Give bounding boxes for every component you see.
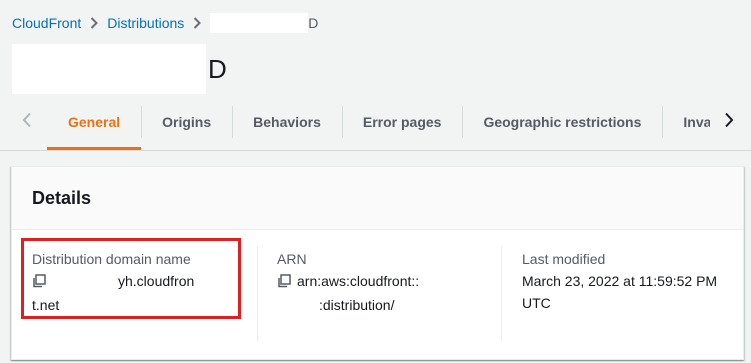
field-label: Last modified — [522, 251, 606, 267]
field-label: ARN — [277, 251, 307, 267]
column-divider — [501, 246, 502, 341]
details-columns: Distribution domain name yh.cloudfron t.… — [12, 230, 743, 358]
tab-scroll-right-button[interactable] — [712, 96, 746, 148]
field-value-continued: :distribution/ — [277, 294, 487, 316]
breadcrumb: CloudFront Distributions D — [12, 13, 318, 33]
last-modified-field: Last modified March 23, 2022 at 11:59:52… — [522, 248, 737, 314]
domain-value-line1: yh.cloudfron — [118, 273, 195, 289]
tab-label: Geographic restrictions — [483, 114, 642, 130]
arn-value-line2: :distribution/ — [319, 297, 395, 313]
copy-icon[interactable] — [277, 272, 291, 294]
arn-field: ARN arn:aws:cloudfront:: :distribution/ — [277, 248, 487, 316]
field-value: yh.cloudfron — [32, 270, 242, 294]
page-title-suffix: D — [208, 53, 227, 84]
tab-geographic-restrictions[interactable]: Geographic restrictions — [462, 96, 662, 148]
tab-label: Origins — [162, 114, 212, 130]
last-modified-line2: UTC — [522, 295, 551, 311]
field-label: Distribution domain name — [32, 251, 191, 267]
tab-general[interactable]: General — [47, 96, 142, 150]
breadcrumb-current: D — [210, 13, 318, 33]
page-title: D — [12, 44, 227, 94]
redacted-block — [12, 44, 206, 94]
copy-icon[interactable] — [32, 272, 46, 294]
tab-invalidations[interactable]: Invali — [662, 96, 710, 148]
tab-label: Behaviors — [253, 114, 321, 130]
details-heading: Details — [12, 167, 743, 230]
chevron-right-icon — [193, 17, 202, 29]
tab-behaviors[interactable]: Behaviors — [232, 96, 342, 148]
tab-bar: General Origins Behaviors Error pages Ge… — [0, 96, 751, 151]
tab-label: General — [68, 114, 121, 130]
last-modified-line1: March 23, 2022 at 11:59:52 PM — [522, 273, 718, 289]
breadcrumb-current-suffix: D — [308, 15, 319, 31]
breadcrumb-distributions-link[interactable]: Distributions — [107, 15, 184, 31]
domain-value-line2: t.net — [32, 297, 60, 313]
tabs-track: General Origins Behaviors Error pages Ge… — [47, 96, 710, 150]
redacted-block — [52, 275, 118, 290]
tab-label: Error pages — [362, 114, 442, 130]
chevron-left-icon — [22, 112, 32, 133]
distribution-domain-name-field: Distribution domain name yh.cloudfron t.… — [32, 248, 242, 316]
field-value: arn:aws:cloudfront:: — [277, 270, 487, 294]
column-divider — [257, 246, 258, 341]
tab-error-pages[interactable]: Error pages — [341, 96, 463, 148]
tab-scroll-left-button[interactable] — [10, 96, 44, 148]
breadcrumb-cloudfront-link[interactable]: CloudFront — [12, 15, 81, 31]
redacted-block — [297, 299, 319, 314]
chevron-right-icon — [90, 17, 99, 29]
tab-label: Invali — [683, 114, 710, 130]
details-panel: Details Distribution domain name yh.clou… — [11, 166, 744, 360]
chevron-right-icon — [724, 112, 734, 133]
arn-value-line1: arn:aws:cloudfront:: — [297, 273, 420, 289]
tab-origins[interactable]: Origins — [141, 96, 232, 148]
redacted-block — [210, 13, 309, 33]
